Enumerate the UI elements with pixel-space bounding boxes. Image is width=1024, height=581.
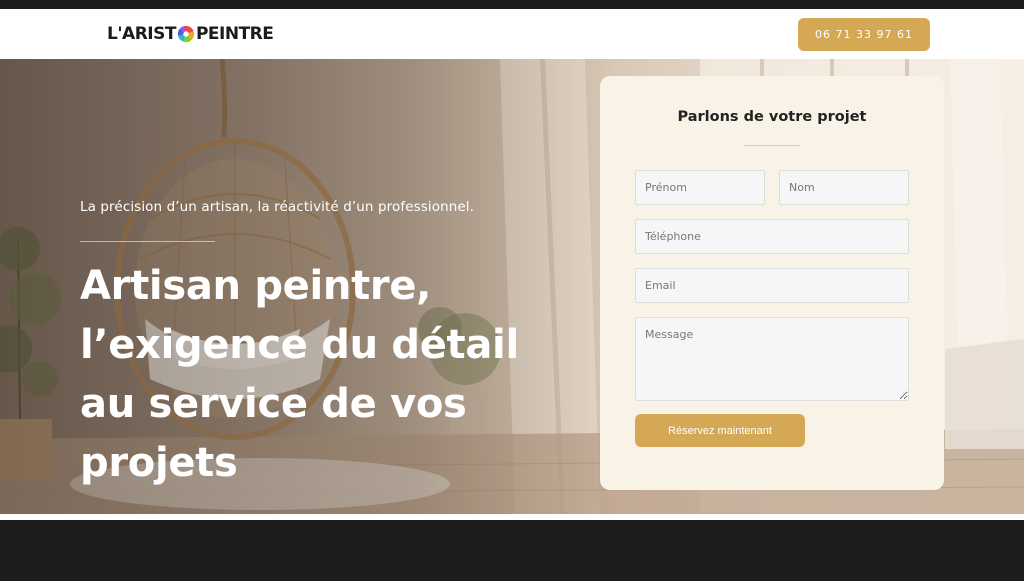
prenom-field[interactable] [635, 170, 765, 205]
nom-field[interactable] [779, 170, 909, 205]
contact-form: Parlons de votre projet Réservez mainten… [600, 76, 944, 490]
reserve-button[interactable]: Réservez maintenant [635, 414, 805, 447]
hero-tagline: La précision d’un artisan, la réactivité… [80, 199, 475, 215]
headline-line: l’exigence du détail [80, 322, 519, 368]
site-logo[interactable]: L'ARIST PEINTRE [107, 23, 274, 45]
headline-line: Artisan peintre, [80, 263, 432, 309]
headline-line: projets [80, 440, 238, 486]
color-wheel-icon [177, 25, 195, 43]
form-title-divider [744, 145, 800, 146]
email-field[interactable] [635, 268, 909, 303]
hero-section: La précision d’un artisan, la réactivité… [0, 59, 1024, 514]
form-title: Parlons de votre projet [677, 109, 867, 125]
hero-headline: Artisan peintre, l’exigence du détail au… [80, 257, 550, 493]
logo-text-left: L'ARIST [107, 24, 176, 44]
top-dark-strip [0, 0, 1024, 9]
tagline-divider [80, 241, 215, 242]
dark-footer-band [0, 520, 1024, 581]
headline-line: au service de vos [80, 381, 467, 427]
phone-button[interactable]: 06 71 33 97 61 [798, 18, 930, 51]
site-header: L'ARIST PEINTRE 06 71 33 97 61 [0, 9, 1024, 59]
logo-text-right: PEINTRE [195, 24, 274, 44]
telephone-field[interactable] [635, 219, 909, 254]
message-field[interactable] [635, 317, 909, 401]
